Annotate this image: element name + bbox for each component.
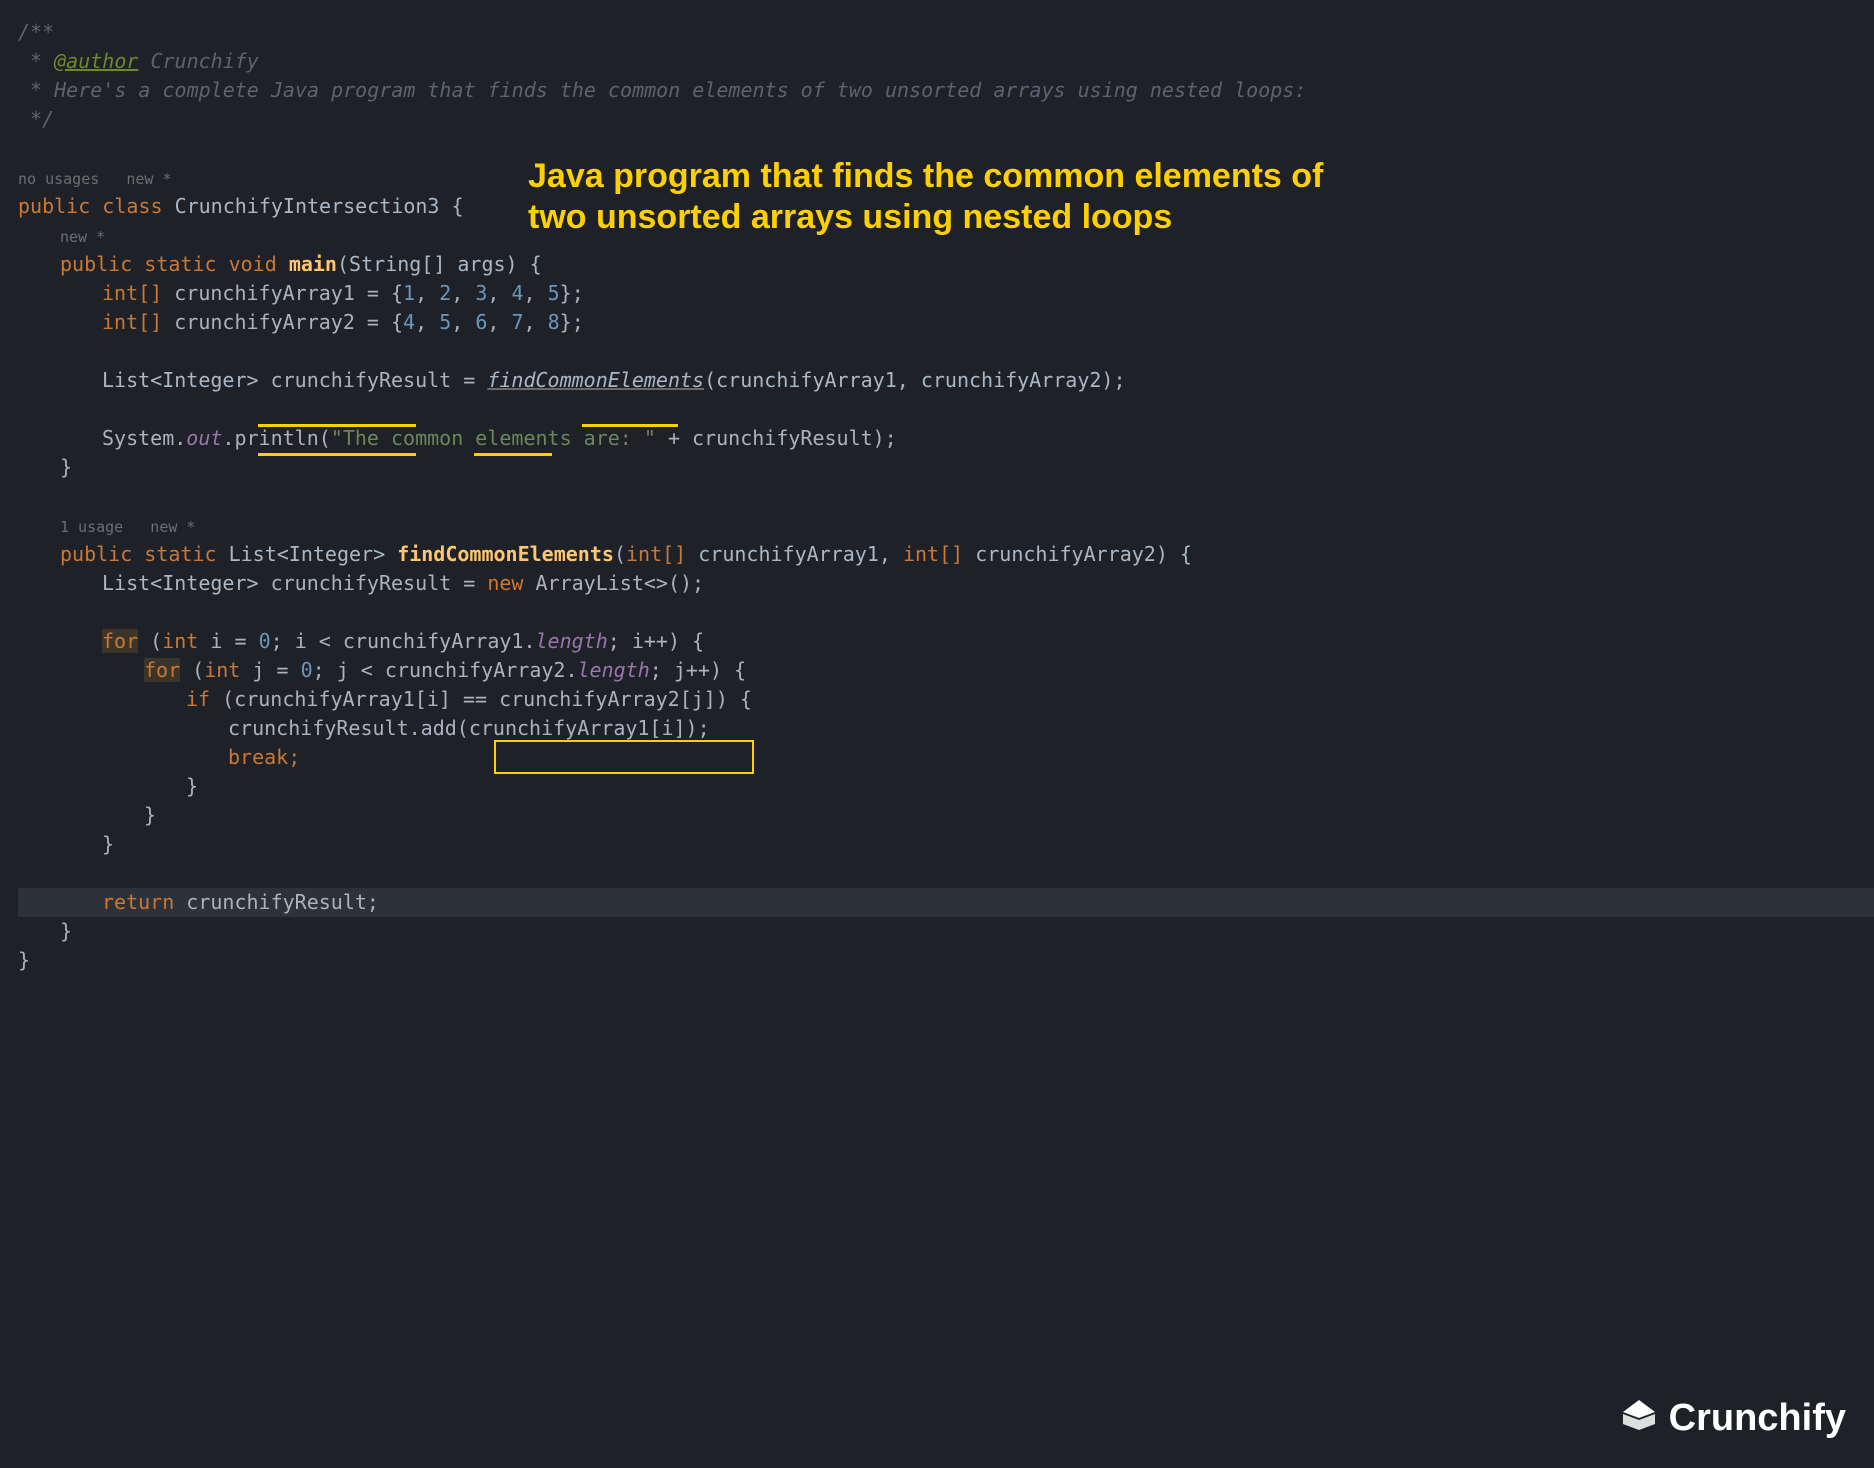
method-hint: 1 usage new * [18, 511, 1874, 540]
break-statement: break; [18, 743, 1874, 772]
comment-description: * Here's a complete Java program that fi… [18, 76, 1874, 105]
comment-start: /** [18, 18, 1874, 47]
method-declaration: public static List<Integer> findCommonEl… [18, 540, 1874, 569]
array1-declaration: int[] crunchifyArray1 = {1, 2, 3, 4, 5}; [18, 279, 1874, 308]
logo-text: Crunchify [1669, 1391, 1846, 1446]
inner-for-close: } [18, 801, 1874, 830]
result-call: List<Integer> crunchifyResult = findComm… [18, 366, 1874, 395]
annotation-overlay: Java program that finds the common eleme… [528, 156, 1323, 238]
logo: Crunchify [1617, 1391, 1846, 1446]
result-init: List<Integer> crunchifyResult = new Arra… [18, 569, 1874, 598]
comment-end: */ [18, 105, 1874, 134]
return-statement: return crunchifyResult; [18, 888, 1874, 917]
logo-icon [1617, 1396, 1661, 1440]
println-call: System.out.println("The common elements … [18, 424, 1874, 453]
method-close: } [18, 917, 1874, 946]
class-close: } [18, 946, 1874, 975]
add-call: crunchifyResult.add(crunchifyArray1[i]); [18, 714, 1874, 743]
if-close: } [18, 772, 1874, 801]
if-statement: if (crunchifyArray1[i] == crunchifyArray… [18, 685, 1874, 714]
inner-for: for (int j = 0; j < crunchifyArray2.leng… [18, 656, 1874, 685]
array2-declaration: int[] crunchifyArray2 = {4, 5, 6, 7, 8}; [18, 308, 1874, 337]
outer-for: for (int i = 0; i < crunchifyArray1.leng… [18, 627, 1874, 656]
outer-for-close: } [18, 830, 1874, 859]
main-declaration: public static void main(String[] args) { [18, 250, 1874, 279]
main-close: } [18, 453, 1874, 482]
comment-author: * @author Crunchify [18, 47, 1874, 76]
